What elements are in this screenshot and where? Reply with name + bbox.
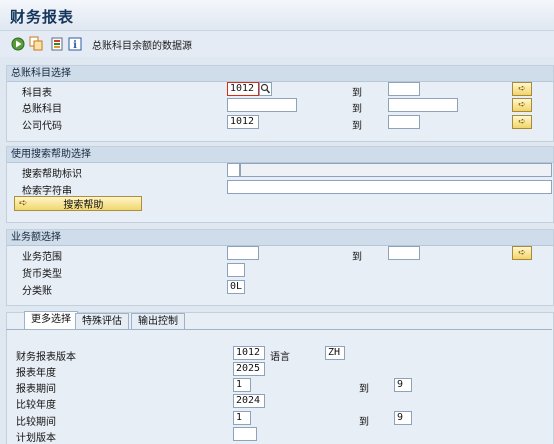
search-help-button-label: 搜索帮助 [63,200,104,211]
company-code-to-input[interactable] [388,115,420,129]
reporting-period-label: 报表期间 [16,384,56,395]
page-title: 财务报表 [10,8,75,26]
plan-version-label: 计划版本 [16,433,56,444]
chart-of-accounts-from-input[interactable]: 1012 [227,82,259,96]
tab-output-control[interactable]: 输出控制 [131,313,185,329]
search-string-label: 检索字符串 [22,186,72,197]
to-label: 到 [352,104,362,115]
search-help-button[interactable]: ➪ 搜索帮助 [14,196,142,211]
business-area-from-input[interactable] [227,246,259,260]
multiple-selection-button[interactable]: ➪ [512,82,532,96]
comparison-year-input[interactable]: 2024 [233,394,265,408]
gl-account-label: 总账科目 [22,104,62,115]
search-help-heading: 使用搜索帮助选择 [7,147,553,163]
search-help-id-label: 搜索帮助标识 [22,169,82,180]
search-help-id-input[interactable] [227,163,240,177]
account-selection-heading: 总账科目选择 [7,66,553,82]
fs-version-label: 财务报表版本 [16,352,76,363]
tab-more-selection[interactable]: 更多选择 [24,311,78,330]
multiple-selection-button[interactable]: ➪ [512,115,532,129]
business-selection-group: 业务额选择 [6,229,554,306]
arrow-right-icon: ➪ [518,84,526,94]
fs-version-input[interactable]: 1012 [233,346,265,360]
comparison-period-from-input[interactable]: 1 [233,411,251,425]
to-label: 到 [352,88,362,99]
execute-icon[interactable] [10,36,25,51]
search-string-input[interactable] [227,180,552,194]
reporting-period-from-input[interactable]: 1 [233,378,251,392]
chart-of-accounts-label: 科目表 [22,88,52,99]
arrow-right-icon: ➪ [518,100,526,110]
reporting-year-input[interactable]: 2025 [233,362,265,376]
application-toolbar [0,31,554,57]
business-selection-heading: 业务额选择 [7,230,553,246]
to-label: 到 [359,417,369,428]
svg-text:i: i [73,40,77,51]
currency-type-label: 货币类型 [22,269,62,280]
search-help-id-description [240,163,552,177]
arrow-right-icon: ➪ [518,117,526,127]
to-label: 到 [352,252,362,263]
language-label: 语言 [270,352,290,363]
currency-type-input[interactable] [227,263,245,277]
multiple-selection-button[interactable]: ➪ [512,246,532,260]
language-input[interactable]: ZH [325,346,345,360]
reporting-period-to-input[interactable]: 9 [394,378,412,392]
company-code-label: 公司代码 [22,121,62,132]
copy-variant-icon[interactable] [29,36,44,51]
title-bar: 财务报表 [0,0,554,31]
multiple-selection-button[interactable]: ➪ [512,98,532,112]
to-label: 到 [352,121,362,132]
comparison-period-label: 比较期间 [16,417,56,428]
ledger-input[interactable]: 0L [227,280,245,294]
comparison-year-label: 比较年度 [16,400,56,411]
search-help-icon[interactable] [259,82,272,96]
to-label: 到 [359,384,369,395]
chart-of-accounts-to-input[interactable] [388,82,420,96]
reporting-year-label: 报表年度 [16,368,56,379]
data-source-label: 总账科目余额的数据源 [92,41,192,52]
comparison-period-to-input[interactable]: 9 [394,411,412,425]
gl-account-from-input[interactable] [227,98,297,112]
tab-panel [6,312,554,444]
gl-account-to-input[interactable] [388,98,458,112]
company-code-from-input[interactable]: 1012 [227,115,259,129]
list-icon[interactable] [49,36,64,51]
business-area-to-input[interactable] [388,246,420,260]
info-icon[interactable]: i [67,36,82,51]
plan-version-input[interactable] [233,427,257,441]
tab-divider [6,329,552,330]
tab-special-evaluation[interactable]: 特殊评估 [75,313,129,329]
ledger-label: 分类账 [22,286,52,297]
arrow-right-icon: ➪ [19,198,28,209]
arrow-right-icon: ➪ [518,248,526,258]
business-area-label: 业务范围 [22,252,62,263]
